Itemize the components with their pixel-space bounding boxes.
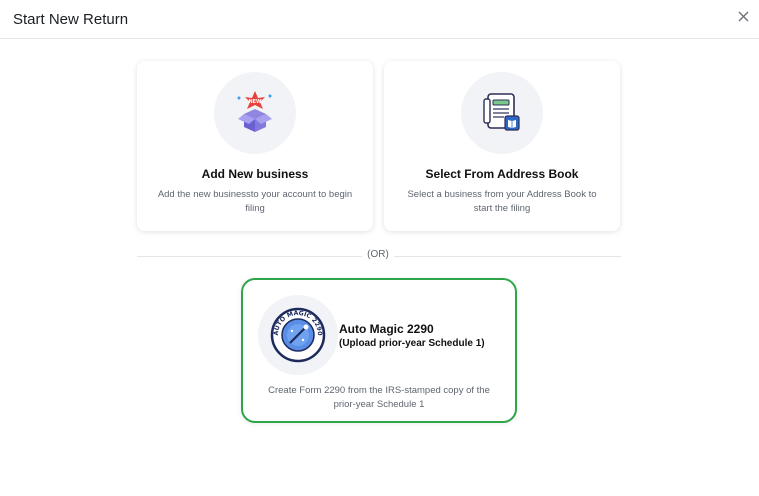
svg-text:NEW: NEW <box>248 99 262 105</box>
add-business-icon-circle: NEW <box>214 72 296 154</box>
auto-magic-badge-icon: AUTO MAGIC 2290 <box>270 307 326 363</box>
card-description: Select a business from your Address Book… <box>407 189 597 214</box>
new-box-icon: NEW <box>237 91 272 132</box>
dialog-header: Start New Return <box>0 0 759 39</box>
address-book-icon <box>483 93 520 131</box>
auto-magic-title: Auto Magic 2290 <box>339 322 434 336</box>
add-new-business-card[interactable]: NEW Add New business Add the new busines… <box>137 61 373 231</box>
auto-magic-description: Create Form 2290 from the IRS-stamped co… <box>268 385 490 410</box>
select-address-book-card[interactable]: Select From Address Book Select a busine… <box>384 61 620 231</box>
auto-magic-icon-circle: AUTO MAGIC 2290 <box>258 295 338 375</box>
close-button[interactable] <box>735 8 751 24</box>
close-icon <box>738 11 748 21</box>
auto-magic-card[interactable]: AUTO MAGIC 2290 Auto Magic 2290 (Upload … <box>241 278 517 423</box>
card-title: Add New business <box>201 167 309 181</box>
address-book-icon-circle <box>461 72 543 154</box>
auto-magic-subtitle: (Upload prior-year Schedule 1) <box>339 338 485 349</box>
dialog-title: Start New Return <box>13 11 129 28</box>
card-description: Add the new businessto your account to b… <box>157 189 353 214</box>
or-label: (OR) <box>362 249 394 263</box>
card-title: Select From Address Book <box>425 167 579 181</box>
